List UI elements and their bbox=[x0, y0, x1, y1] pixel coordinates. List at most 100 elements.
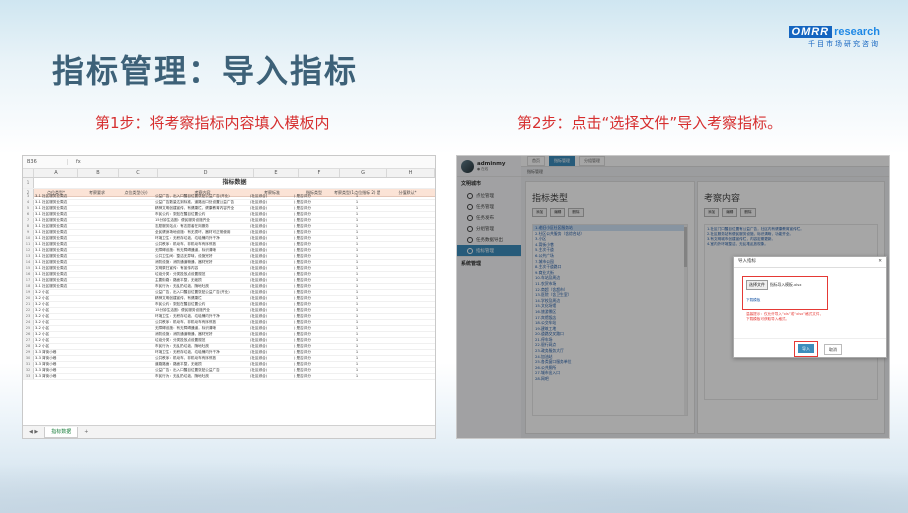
cell-requirement[interactable] bbox=[77, 350, 117, 355]
cell-content[interactable]: 道路路面：路面平整，无破损 bbox=[155, 362, 250, 367]
column-header[interactable]: H bbox=[387, 169, 435, 177]
cell-content[interactable]: 无障碍设施：有无障碍通道，标识清晰 bbox=[155, 248, 250, 253]
cell-requirement[interactable] bbox=[77, 230, 117, 235]
cell-score-flag[interactable]: 1 bbox=[334, 230, 380, 235]
cell-standard[interactable]: (社区综合) bbox=[250, 230, 294, 235]
cell-point-type[interactable]: 3-1 社区服务业周边 bbox=[34, 266, 77, 271]
cell-standard[interactable]: (社区综合) bbox=[250, 314, 294, 319]
cell-score-flag[interactable]: 1 bbox=[334, 350, 380, 355]
cell-score-flag[interactable]: 1 bbox=[334, 200, 380, 205]
cell-default[interactable] bbox=[380, 260, 435, 265]
cell-default[interactable] bbox=[380, 290, 435, 295]
cell-score-flag[interactable]: 1 bbox=[334, 224, 380, 229]
cell-point-type[interactable]: 3-1 社区服务业周边 bbox=[34, 248, 77, 253]
cell-default[interactable] bbox=[380, 224, 435, 229]
cell-default[interactable] bbox=[380, 194, 435, 199]
cell-default[interactable] bbox=[380, 344, 435, 349]
cell-default[interactable] bbox=[380, 266, 435, 271]
cell-content[interactable]: 公共卫生间：整洁无异味，设施完好 bbox=[155, 254, 250, 259]
cell-requirement[interactable] bbox=[77, 338, 117, 343]
cell-point-type[interactable]: 3-3 背街小巷 bbox=[34, 362, 77, 367]
cell-standard[interactable]: (社区综合) bbox=[250, 338, 294, 343]
cell-requirement[interactable] bbox=[77, 284, 117, 289]
cell-standard[interactable]: (社区综合) bbox=[250, 350, 294, 355]
cell-content[interactable]: 公益广告数量达到标准，道路出口处设置公益广告 bbox=[155, 200, 250, 205]
add-sheet-button[interactable]: + bbox=[84, 429, 88, 435]
cell-point-type[interactable]: 3-2 小区 bbox=[34, 296, 77, 301]
cell-content[interactable]: 公共秩序：机动车、非机动车有序停放 bbox=[155, 320, 250, 325]
cell-standard[interactable]: (社区综合) bbox=[250, 290, 294, 295]
cell-default[interactable] bbox=[380, 284, 435, 289]
cell-subtype[interactable] bbox=[117, 260, 155, 265]
cell-subtype[interactable] bbox=[117, 308, 155, 313]
cell-default[interactable] bbox=[380, 278, 435, 283]
column-header[interactable]: C bbox=[119, 169, 158, 177]
cell-point-type[interactable]: 3-2 小区 bbox=[34, 332, 77, 337]
cell-default[interactable] bbox=[380, 374, 435, 379]
cell-point-type[interactable]: 3-2 小区 bbox=[34, 314, 77, 319]
cell-standard[interactable]: (社区综合) bbox=[250, 344, 294, 349]
cell-requirement[interactable] bbox=[77, 266, 117, 271]
cell-content[interactable]: 15分钟生活圈：便民服务设施齐全 bbox=[155, 308, 250, 313]
cell-score-flag[interactable]: 1 bbox=[334, 242, 380, 247]
cell-standard[interactable]: (社区综合) bbox=[250, 200, 294, 205]
cell-requirement[interactable] bbox=[77, 362, 117, 367]
cell-point-type[interactable]: 3-1 社区服务业周边 bbox=[34, 212, 77, 217]
cell-requirement[interactable] bbox=[77, 236, 117, 241]
cell-content[interactable]: 环境卫生：无积存垃圾、垃圾桶内外干净 bbox=[155, 236, 250, 241]
cell-score-flag[interactable]: 1 bbox=[334, 320, 380, 325]
cell-default[interactable] bbox=[380, 212, 435, 217]
cell-standard[interactable]: (社区综合) bbox=[250, 248, 294, 253]
cell-subtype[interactable] bbox=[117, 296, 155, 301]
cell-standard[interactable]: (社区综合) bbox=[250, 308, 294, 313]
cancel-button[interactable]: 取消 bbox=[824, 344, 842, 355]
cell-default[interactable] bbox=[380, 362, 435, 367]
cell-standard[interactable]: (社区综合) bbox=[250, 374, 294, 379]
cell-default[interactable] bbox=[380, 338, 435, 343]
cell-score-flag[interactable]: 1 bbox=[334, 338, 380, 343]
cell-reference[interactable]: B36 bbox=[27, 159, 68, 165]
cell-requirement[interactable] bbox=[77, 260, 117, 265]
cell-content[interactable]: 市民行为：无乱扔垃圾、随地吐痰 bbox=[155, 344, 250, 349]
cell-score-flag[interactable]: 1 bbox=[334, 326, 380, 331]
cell-content[interactable]: 市民公约：张贴在醒目位置公约 bbox=[155, 212, 250, 217]
cell-content[interactable]: 全民健身场地设施：有无损坏，器材可正常使用 bbox=[155, 230, 250, 235]
cell-point-type[interactable]: 3-1 社区服务业周边 bbox=[34, 200, 77, 205]
cell-standard[interactable]: (社区综合) bbox=[250, 212, 294, 217]
cell-score-flag[interactable]: 1 bbox=[334, 212, 380, 217]
cell-standard[interactable]: (社区综合) bbox=[250, 206, 294, 211]
cell-indicator-type[interactable]: ) 是否评分 bbox=[294, 260, 334, 265]
cell-content[interactable]: 市民行为：无乱扔垃圾、随地吐痰 bbox=[155, 374, 250, 379]
cell-indicator-type[interactable]: ) 是否评分 bbox=[294, 206, 334, 211]
cell-indicator-type[interactable]: ) 是否评分 bbox=[294, 284, 334, 289]
cell-subtype[interactable] bbox=[117, 362, 155, 367]
cell-default[interactable] bbox=[380, 326, 435, 331]
cell-default[interactable] bbox=[380, 248, 435, 253]
cell-indicator-type[interactable]: ) 是否评分 bbox=[294, 212, 334, 217]
cell-standard[interactable]: (社区综合) bbox=[250, 242, 294, 247]
cell-score-flag[interactable]: 1 bbox=[334, 272, 380, 277]
cell-score-flag[interactable]: 1 bbox=[334, 302, 380, 307]
cell-indicator-type[interactable]: ) 是否评分 bbox=[294, 278, 334, 283]
cell-content[interactable]: 消防设施：消防通道畅通，器材完好 bbox=[155, 260, 250, 265]
cell-default[interactable] bbox=[380, 272, 435, 277]
cell-subtype[interactable] bbox=[117, 194, 155, 199]
cell-indicator-type[interactable]: ) 是否评分 bbox=[294, 362, 334, 367]
cell-score-flag[interactable]: 1 bbox=[334, 194, 380, 199]
cell-standard[interactable]: (社区综合) bbox=[250, 272, 294, 277]
cell-default[interactable] bbox=[380, 308, 435, 313]
cell-requirement[interactable] bbox=[77, 194, 117, 199]
cell-content[interactable]: 垃圾分类：分类投放点设置规范 bbox=[155, 272, 250, 277]
cell-score-flag[interactable]: 1 bbox=[334, 368, 380, 373]
cell-point-type[interactable]: 3-3 背街小巷 bbox=[34, 368, 77, 373]
cell-subtype[interactable] bbox=[117, 266, 155, 271]
cell-default[interactable] bbox=[380, 296, 435, 301]
cell-content[interactable]: 环境卫生：无积存垃圾、垃圾桶内外干净 bbox=[155, 314, 250, 319]
column-header[interactable]: D bbox=[158, 169, 254, 177]
cell-standard[interactable]: (社区综合) bbox=[250, 368, 294, 373]
cell-requirement[interactable] bbox=[77, 308, 117, 313]
cell-standard[interactable]: (社区综合) bbox=[250, 356, 294, 361]
cell-indicator-type[interactable]: ) 是否评分 bbox=[294, 236, 334, 241]
cell-default[interactable] bbox=[380, 230, 435, 235]
cell-requirement[interactable] bbox=[77, 332, 117, 337]
